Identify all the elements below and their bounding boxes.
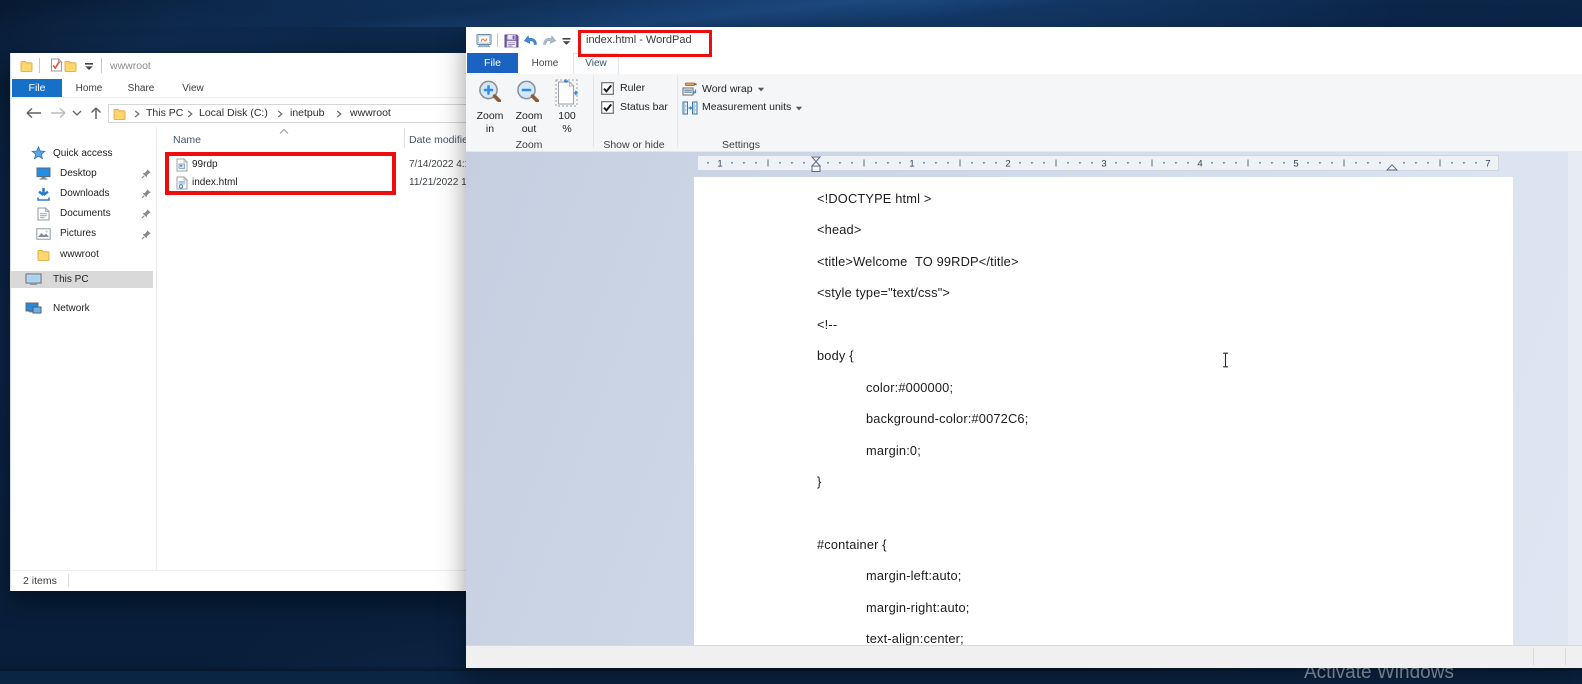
svg-text:3: 3 <box>1101 159 1106 170</box>
svg-text:4: 4 <box>1197 159 1202 170</box>
svg-text:7: 7 <box>1485 159 1490 170</box>
svg-text:1: 1 <box>717 159 722 170</box>
svg-text:5: 5 <box>1293 159 1298 170</box>
svg-text:2: 2 <box>1005 159 1010 170</box>
svg-text:1: 1 <box>909 159 914 170</box>
